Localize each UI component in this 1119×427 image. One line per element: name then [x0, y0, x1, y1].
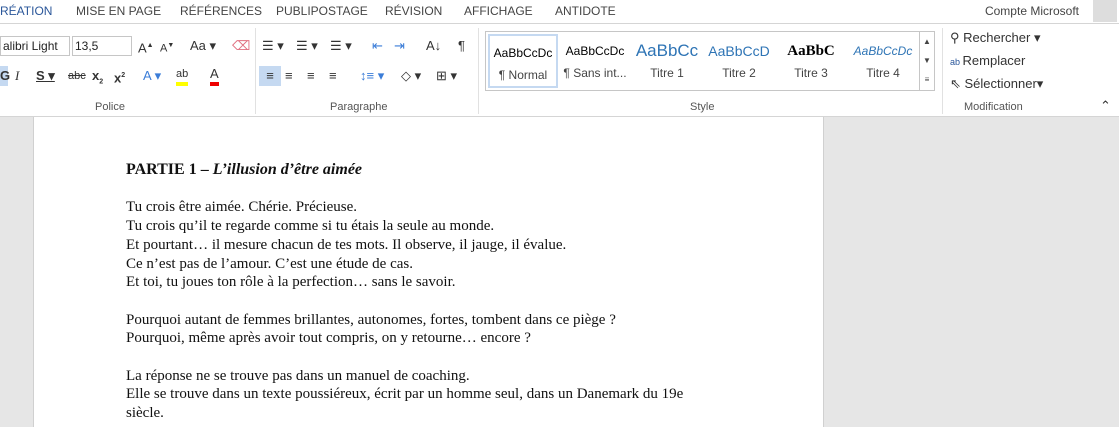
- group-label-paragraphe: Paragraphe: [330, 101, 388, 113]
- binoculars-icon: ⚲: [950, 30, 964, 45]
- document-page[interactable]: PARTIE 1 – L’illusion d’être aimée Tu cr…: [33, 117, 824, 427]
- bullets-icon[interactable]: ☰ ▾: [262, 36, 284, 56]
- style-titre-3[interactable]: AaBbC Titre 3: [776, 34, 846, 88]
- justify-icon[interactable]: ≡: [329, 66, 337, 86]
- clear-format-icon[interactable]: ⌫: [232, 36, 250, 56]
- numbering-icon[interactable]: ☰ ▾: [296, 36, 318, 56]
- style-titre-1[interactable]: AaBbCc Titre 1: [632, 34, 702, 88]
- style-normal[interactable]: AaBbCcDc ¶ Normal: [488, 34, 558, 88]
- replace-icon: ab: [950, 57, 963, 67]
- align-center-icon[interactable]: ≡: [285, 66, 293, 86]
- select-button[interactable]: ⇖ Sélectionner▾: [950, 74, 1043, 94]
- gallery-scroll[interactable]: ▲ ▼ ≡: [919, 32, 934, 90]
- pilcrow-icon[interactable]: ¶: [458, 36, 465, 56]
- style-titre-4[interactable]: AaBbCcDc Titre 4: [848, 34, 918, 88]
- document-area: PARTIE 1 – L’illusion d’être aimée Tu cr…: [0, 117, 1119, 427]
- shrink-font-icon[interactable]: A▼: [160, 36, 174, 59]
- shading-icon[interactable]: ◇ ▾: [401, 66, 421, 86]
- grow-font-icon[interactable]: A▲: [138, 36, 154, 58]
- multilevel-list-icon[interactable]: ☰ ▾: [330, 36, 352, 56]
- styles-gallery: AaBbCcDc ¶ Normal AaBbCcDc ¶ Sans int... A…: [485, 31, 935, 91]
- align-left-icon[interactable]: ≡: [259, 66, 281, 86]
- group-label-style: Style: [690, 101, 715, 113]
- superscript-icon[interactable]: x2: [114, 66, 125, 88]
- change-case-icon[interactable]: Aa ▾: [190, 36, 216, 56]
- tab-revision[interactable]: RÉVISION: [385, 4, 442, 18]
- tab-references[interactable]: RÉFÉRENCES: [180, 4, 262, 18]
- tab-creation[interactable]: RÉATION: [0, 4, 52, 18]
- cursor-icon: ⇖: [950, 76, 965, 91]
- font-size-select[interactable]: 13,5: [72, 36, 132, 56]
- underline-icon[interactable]: S ▾: [36, 66, 55, 86]
- decrease-indent-icon[interactable]: ⇤: [372, 36, 383, 56]
- style-titre-2[interactable]: AaBbCcD Titre 2: [704, 34, 774, 88]
- find-button[interactable]: ⚲ Rechercher ▾: [950, 28, 1040, 48]
- avatar[interactable]: [1093, 0, 1117, 22]
- ribbon-tabs: RÉATION MISE EN PAGE RÉFÉRENCES PUBLIPOS…: [0, 0, 1119, 24]
- replace-button[interactable]: ab Remplacer: [950, 51, 1025, 72]
- account-menu[interactable]: Compte Microsoft: [985, 4, 1079, 18]
- strikethrough-icon[interactable]: abc: [68, 66, 86, 86]
- increase-indent-icon[interactable]: ⇥: [394, 36, 405, 56]
- highlight-icon[interactable]: ab: [176, 66, 189, 86]
- style-sans-interligne[interactable]: AaBbCcDc ¶ Sans int...: [560, 34, 630, 88]
- italic-icon[interactable]: I: [15, 66, 19, 86]
- collapse-ribbon-icon[interactable]: ⌃: [1100, 96, 1111, 116]
- tab-publipostage[interactable]: PUBLIPOSTAGE: [276, 4, 368, 18]
- group-label-police: Police: [95, 101, 125, 113]
- ribbon: alibri Light 13,5 A▲ A▼ Aa ▾ ⌫ G I S ▾ a…: [0, 24, 1119, 117]
- subscript-icon[interactable]: x2: [92, 66, 103, 93]
- sort-icon[interactable]: A↓: [426, 36, 441, 56]
- line-spacing-icon[interactable]: ↕≡ ▾: [360, 66, 384, 86]
- borders-icon[interactable]: ⊞ ▾: [436, 66, 457, 86]
- heading: PARTIE 1 – L’illusion d’être aimée: [126, 161, 363, 178]
- tab-affichage[interactable]: AFFICHAGE: [464, 4, 533, 18]
- tab-mise-en-page[interactable]: MISE EN PAGE: [76, 4, 161, 18]
- text-effects-icon[interactable]: A ▾: [143, 66, 161, 86]
- tab-antidote[interactable]: ANTIDOTE: [555, 4, 616, 18]
- group-label-modification: Modification: [964, 101, 1023, 113]
- align-right-icon[interactable]: ≡: [307, 66, 315, 86]
- font-name-select[interactable]: alibri Light: [0, 36, 70, 56]
- document-text[interactable]: PARTIE 1 – L’illusion d’être aimée Tu cr…: [126, 161, 746, 423]
- font-color-icon[interactable]: A: [210, 66, 219, 86]
- bold-icon[interactable]: G: [0, 66, 10, 86]
